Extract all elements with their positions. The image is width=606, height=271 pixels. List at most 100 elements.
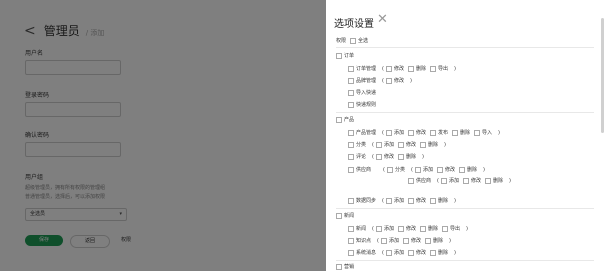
row-checkbox[interactable] xyxy=(348,129,354,136)
row-label: 评论 xyxy=(356,154,367,160)
op-checkbox[interactable] xyxy=(407,65,414,72)
select-all-checkbox[interactable] xyxy=(350,37,357,44)
perm-row[interactable]: 分类 ( 添加 修改 删除 ) xyxy=(348,141,448,148)
op-label: 删除 xyxy=(438,250,449,256)
op-checkbox[interactable] xyxy=(385,129,392,136)
op-checkbox[interactable] xyxy=(436,166,443,173)
op-checkbox[interactable] xyxy=(407,197,414,204)
op-checkbox[interactable] xyxy=(420,225,426,232)
paren: ) xyxy=(422,153,424,160)
row-checkbox[interactable] xyxy=(348,237,354,244)
op-checkbox[interactable] xyxy=(397,225,404,232)
op-checkbox[interactable] xyxy=(385,77,392,84)
perm-row[interactable]: 新闻 ( 添加 修改 删除 导出 ) xyxy=(348,225,470,232)
scrollbar[interactable] xyxy=(601,18,604,133)
section-checkbox[interactable] xyxy=(336,212,342,219)
paren: ( xyxy=(383,166,385,173)
paren: ( xyxy=(382,249,384,256)
op-checkbox[interactable] xyxy=(442,225,449,232)
op-label: 添加 xyxy=(422,167,433,173)
op-checkbox[interactable] xyxy=(408,177,414,184)
row-checkbox[interactable] xyxy=(348,65,354,72)
perm-row[interactable]: 品牌管理 ( 修改 ) xyxy=(348,77,414,84)
perm-row[interactable]: 订单管理 ( 修改 删除 导出 ) xyxy=(348,65,458,72)
op-label: 修改 xyxy=(444,167,455,173)
paren: ) xyxy=(409,77,412,84)
paren: ) xyxy=(444,141,446,148)
op-checkbox[interactable] xyxy=(430,65,436,72)
row-checkbox[interactable] xyxy=(348,141,354,148)
perm-row[interactable]: 产品管理 ( 添加 修改 发布 删除 导入 ) xyxy=(348,129,502,136)
op-checkbox[interactable] xyxy=(420,141,426,148)
perm-row[interactable]: 供应商 ( 分类 ( 添加 修改 删除 ) xyxy=(348,166,487,173)
paren: ) xyxy=(454,65,456,72)
perm-row[interactable]: 快递规则 xyxy=(348,101,380,108)
op-checkbox[interactable] xyxy=(407,129,414,136)
perm-row[interactable]: 系统消息 ( 添加 修改 删除 ) xyxy=(348,249,458,256)
op-checkbox[interactable] xyxy=(485,177,491,184)
op-label: 删除 xyxy=(438,198,449,204)
paren: ) xyxy=(498,129,500,136)
op-checkbox[interactable] xyxy=(375,153,382,160)
op-checkbox[interactable] xyxy=(440,177,447,184)
row-checkbox[interactable] xyxy=(348,225,354,232)
row-checkbox[interactable] xyxy=(348,101,354,108)
op-checkbox[interactable] xyxy=(397,153,404,160)
section-order[interactable]: 订单 xyxy=(336,52,354,59)
perm-row[interactable]: 知识点 ( 添加 修改 删除 ) xyxy=(348,237,453,244)
paren: ( xyxy=(382,65,384,72)
op-checkbox[interactable] xyxy=(430,129,436,136)
op-checkbox[interactable] xyxy=(402,237,409,244)
paren: ) xyxy=(454,197,456,204)
section-checkbox[interactable] xyxy=(336,52,342,59)
op-checkbox[interactable] xyxy=(385,65,392,72)
paren: ( xyxy=(382,77,384,84)
section-news[interactable]: 新闻 xyxy=(336,212,354,219)
op-checkbox[interactable] xyxy=(452,129,459,136)
row-checkbox[interactable] xyxy=(348,249,354,256)
row-label: 知识点 xyxy=(356,238,372,244)
op-checkbox[interactable] xyxy=(385,249,392,256)
row-checkbox[interactable] xyxy=(348,166,354,173)
close-icon[interactable]: ✕ xyxy=(377,12,388,27)
options-panel: 选项设置 ✕ 权限 全选 订单 订单管理 ( 修改 删除 导出 ) 品牌管理 (… xyxy=(326,0,606,271)
paren: ( xyxy=(382,197,384,204)
perm-row[interactable]: 供应商 ( 添加 修改 删除 ) xyxy=(408,177,513,184)
section-checkbox[interactable] xyxy=(336,116,342,123)
op-checkbox[interactable] xyxy=(386,166,393,173)
paren: ( xyxy=(372,141,374,148)
section-other[interactable]: 营销 xyxy=(336,263,354,270)
divider xyxy=(336,112,594,113)
op-checkbox[interactable] xyxy=(430,197,436,204)
perm-row[interactable]: 数据同步 ( 添加 修改 删除 ) xyxy=(348,197,458,204)
op-checkbox[interactable] xyxy=(462,177,469,184)
row-checkbox[interactable] xyxy=(348,77,354,84)
op-checkbox[interactable] xyxy=(425,237,431,244)
row-checkbox[interactable] xyxy=(348,89,354,96)
perm-row[interactable]: 评论 ( 修改 删除 ) xyxy=(348,153,426,160)
op-label: 删除 xyxy=(466,167,477,173)
section-product[interactable]: 产品 xyxy=(336,116,354,123)
op-checkbox[interactable] xyxy=(407,249,414,256)
op-label: 发布 xyxy=(438,130,449,136)
op-checkbox[interactable] xyxy=(375,141,382,148)
row-checkbox[interactable] xyxy=(348,153,354,160)
op-checkbox[interactable] xyxy=(375,225,382,232)
op-checkbox[interactable] xyxy=(474,129,481,136)
paren: ( xyxy=(410,166,413,173)
op-label: 导入 xyxy=(482,130,493,136)
op-checkbox[interactable] xyxy=(414,166,421,173)
modal-overlay[interactable] xyxy=(0,0,326,271)
section-label: 产品 xyxy=(344,117,355,123)
op-checkbox[interactable] xyxy=(430,249,436,256)
op-checkbox[interactable] xyxy=(380,237,387,244)
section-checkbox[interactable] xyxy=(336,263,342,270)
paren: ( xyxy=(437,177,439,184)
row-checkbox[interactable] xyxy=(348,197,354,204)
op-label: 供应商 xyxy=(416,178,432,184)
op-checkbox[interactable] xyxy=(385,197,392,204)
op-label: 添加 xyxy=(388,238,399,244)
perm-row[interactable]: 导入快递 xyxy=(348,89,380,96)
op-checkbox[interactable] xyxy=(397,141,404,148)
op-checkbox[interactable] xyxy=(458,166,465,173)
